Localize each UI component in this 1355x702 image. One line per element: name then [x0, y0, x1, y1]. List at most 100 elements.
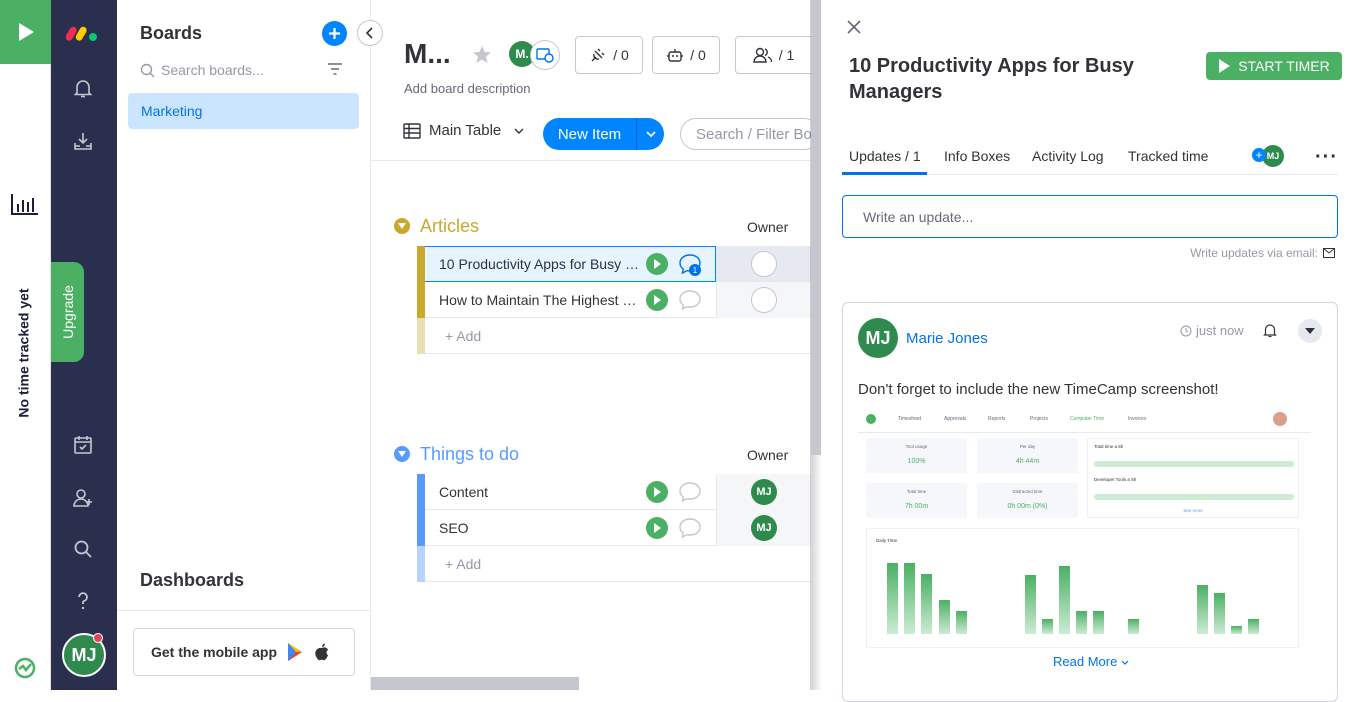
read-more-link[interactable]: Read More [1053, 654, 1129, 669]
play-icon [1219, 59, 1231, 73]
add-subscriber-button[interactable]: + [1252, 148, 1266, 162]
post-attached-screenshot[interactable]: Timesheet Approvals Reports Projects Com… [858, 408, 1311, 652]
side-bar [1094, 494, 1294, 500]
table-row[interactable]: 10 Productivity Apps for Busy Ma... 1 [417, 246, 811, 282]
play-icon [654, 487, 661, 497]
daily-bar [1041, 619, 1053, 634]
table-row[interactable]: Content MJ [417, 474, 811, 510]
calendar-check-icon[interactable] [72, 434, 96, 458]
filter-icon[interactable] [327, 62, 343, 76]
notification-dot [93, 633, 103, 643]
help-question-icon[interactable] [72, 590, 96, 614]
add-item-label[interactable]: + Add [445, 556, 647, 572]
members-button[interactable]: / 1 [735, 36, 811, 74]
owner-cell[interactable]: MJ [716, 474, 811, 510]
daily-bar [1076, 611, 1088, 634]
side-title: Total time a 5h [1094, 444, 1124, 449]
item-updates-button[interactable] [678, 516, 702, 540]
upgrade-button[interactable]: Upgrade [51, 262, 84, 362]
owner-cell[interactable] [716, 246, 811, 282]
invite-member-icon[interactable] [72, 487, 96, 511]
integrations-button[interactable]: / 0 [575, 36, 643, 74]
board-share-button[interactable] [530, 40, 560, 70]
view-label: Main Table [429, 122, 502, 139]
search-icon[interactable] [72, 538, 96, 562]
post-notification-bell-icon[interactable] [1262, 322, 1278, 338]
item-updates-button[interactable]: 1 [678, 252, 702, 276]
item-updates-button[interactable] [678, 480, 702, 504]
get-mobile-app-button[interactable]: Get the mobile app [133, 628, 355, 676]
divider [117, 610, 371, 611]
more-options-icon[interactable]: ··· [1315, 146, 1338, 169]
item-name[interactable]: How to Maintain The Highest Lev... [439, 292, 641, 308]
item-name[interactable]: 10 Productivity Apps for Busy Ma... [439, 256, 641, 272]
item-timer-play-button[interactable] [646, 481, 668, 503]
add-item-row[interactable]: + Add [417, 318, 811, 354]
screenshot-tab: Invoices [1128, 416, 1147, 422]
chat-bubble-icon [679, 290, 701, 311]
horizontal-scrollbar[interactable] [371, 677, 579, 690]
reports-chart-icon[interactable] [10, 192, 40, 216]
tab-tracked-time[interactable]: Tracked time [1128, 148, 1208, 164]
tab-activity-log[interactable]: Activity Log [1032, 148, 1104, 164]
group-color-bar [417, 282, 425, 318]
item-name[interactable]: Content [439, 484, 641, 500]
collapse-panel-button[interactable] [357, 20, 383, 46]
item-title[interactable]: 10 Productivity Apps for Busy Managers [849, 53, 1179, 105]
daily-bar [1213, 593, 1225, 634]
group-collapse-articles[interactable] [394, 218, 410, 234]
group-title-things-to-do[interactable]: Things to do [420, 444, 519, 465]
item-timer-play-button[interactable] [646, 253, 668, 275]
tab-info-boxes[interactable]: Info Boxes [944, 148, 1010, 164]
board-title[interactable]: M... [404, 38, 451, 70]
write-update-input[interactable]: Write an update... [842, 195, 1338, 238]
notifications-bell-icon[interactable] [72, 77, 96, 101]
item-timer-play-button[interactable] [646, 289, 668, 311]
screenshot-tab: Reports [988, 416, 1006, 422]
email-updates-hint[interactable]: Write updates via email: [1130, 246, 1335, 260]
automations-count: / 0 [690, 47, 706, 63]
play-icon [654, 259, 661, 269]
post-author-name[interactable]: Marie Jones [906, 330, 988, 347]
post-author-avatar[interactable]: MJ [858, 318, 898, 358]
daily-bar [938, 600, 950, 634]
group-collapse-things-to-do[interactable] [394, 446, 410, 462]
item-updates-button[interactable] [678, 288, 702, 312]
timecamp-logo-icon [14, 657, 36, 679]
owner-cell[interactable]: MJ [716, 510, 811, 546]
search-boards-input[interactable]: Search boards... [140, 59, 310, 81]
item-name[interactable]: SEO [439, 520, 641, 536]
new-item-label: New Item [557, 125, 622, 143]
table-row[interactable]: How to Maintain The Highest Lev... [417, 282, 811, 318]
search-filter-board-input[interactable]: Search / Filter Board [680, 118, 820, 150]
add-item-label[interactable]: + Add [445, 328, 647, 344]
group-title-articles[interactable]: Articles [420, 216, 479, 237]
item-timer-play-button[interactable] [646, 517, 668, 539]
tracking-status-text: No time tracked yet [16, 287, 33, 418]
owner-cell[interactable] [716, 282, 811, 318]
google-play-icon [288, 643, 303, 661]
empty-owner-avatar [751, 251, 777, 277]
add-item-row[interactable]: + Add [417, 546, 811, 582]
upgrade-label: Upgrade [59, 285, 76, 339]
table-row[interactable]: SEO MJ [417, 510, 811, 546]
tab-updates[interactable]: Updates / 1 [849, 148, 921, 164]
view-selector-main-table[interactable]: Main Table [403, 122, 525, 139]
monday-logo-icon[interactable] [65, 20, 100, 44]
group-color-bar [417, 546, 425, 582]
star-favorite-icon[interactable] [472, 45, 492, 65]
new-item-button[interactable]: New Item [543, 118, 664, 150]
new-item-dropdown[interactable] [636, 118, 664, 150]
vertical-scrollbar[interactable] [811, 0, 821, 455]
add-board-button[interactable] [322, 21, 347, 46]
start-timer-button[interactable]: START TIMER [1206, 52, 1342, 80]
board-item-marketing[interactable]: Marketing [128, 93, 359, 129]
close-panel-button[interactable] [845, 18, 863, 36]
inbox-download-icon[interactable] [72, 130, 96, 154]
group-color-bar [417, 318, 425, 354]
post-menu-button[interactable] [1298, 319, 1322, 343]
daily-bars [887, 559, 1287, 634]
screenshot-stat-card: Tool usage 100% [866, 438, 967, 473]
timecamp-play-button[interactable] [0, 0, 51, 64]
automations-button[interactable]: / 0 [652, 36, 720, 74]
